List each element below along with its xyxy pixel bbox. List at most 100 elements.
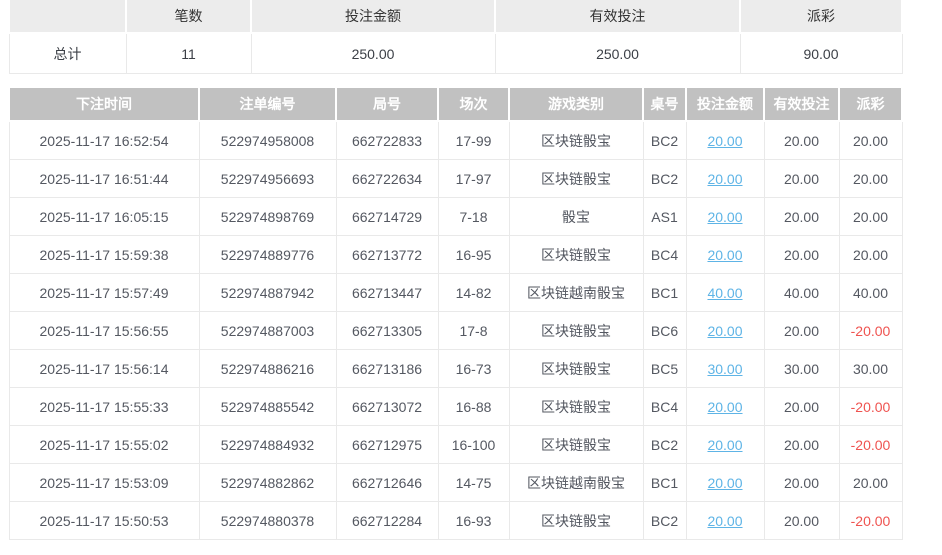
cell-time: 2025-11-17 15:55:33 xyxy=(8,387,200,426)
summary-header-valid-bet: 有效投注 xyxy=(494,0,741,34)
cell-game: 区块链越南骰宝 xyxy=(508,463,644,502)
cell-session: 16-93 xyxy=(437,501,510,540)
cell-time: 2025-11-17 16:51:44 xyxy=(8,159,200,198)
header-session: 场次 xyxy=(437,88,510,122)
cell-order-no: 522974880378 xyxy=(198,501,337,540)
cell-session: 14-75 xyxy=(437,463,510,502)
cell-payout: 30.00 xyxy=(838,349,903,388)
cell-game: 区块链骰宝 xyxy=(508,425,644,464)
summary-header-bet-count: 笔数 xyxy=(125,0,252,34)
cell-order-no: 522974882862 xyxy=(198,463,337,502)
summary-bet-count: 11 xyxy=(125,32,252,74)
header-bet-amount: 投注金额 xyxy=(685,88,765,122)
cell-payout: 40.00 xyxy=(838,273,903,312)
bet-amount-link[interactable]: 20.00 xyxy=(707,399,742,415)
cell-session: 17-97 xyxy=(437,159,510,198)
summary-valid-bet: 250.00 xyxy=(494,32,741,74)
cell-order-no: 522974887942 xyxy=(198,273,337,312)
cell-time: 2025-11-17 15:50:53 xyxy=(8,501,200,540)
cell-round-no: 662712284 xyxy=(335,501,439,540)
bet-amount-link[interactable]: 20.00 xyxy=(707,323,742,339)
cell-session: 16-95 xyxy=(437,235,510,274)
header-game-type: 游戏类别 xyxy=(508,88,644,122)
summary-total-row: 总计 11 250.00 250.00 90.00 xyxy=(8,32,903,74)
cell-round-no: 662713772 xyxy=(335,235,439,274)
bet-amount-link[interactable]: 20.00 xyxy=(707,133,742,149)
cell-game: 区块链骰宝 xyxy=(508,159,644,198)
bet-amount-link[interactable]: 20.00 xyxy=(707,171,742,187)
cell-game: 区块链骰宝 xyxy=(508,387,644,426)
cell-session: 16-100 xyxy=(437,425,510,464)
cell-game: 区块链骰宝 xyxy=(508,235,644,274)
cell-payout: -20.00 xyxy=(838,311,903,350)
cell-payout: 20.00 xyxy=(838,463,903,502)
header-bet-time: 下注时间 xyxy=(8,88,200,122)
cell-bet-amount: 20.00 xyxy=(685,501,765,540)
header-payout: 派彩 xyxy=(838,88,903,122)
cell-valid-bet: 20.00 xyxy=(763,235,840,274)
bet-amount-link[interactable]: 30.00 xyxy=(707,361,742,377)
cell-game: 区块链越南骰宝 xyxy=(508,273,644,312)
cell-game: 区块链骰宝 xyxy=(508,311,644,350)
cell-game: 骰宝 xyxy=(508,197,644,236)
cell-order-no: 522974958008 xyxy=(198,120,337,160)
table-row: 2025-11-17 15:57:49 522974887942 662713447… xyxy=(8,273,903,312)
header-order-number: 注单编号 xyxy=(198,88,337,122)
cell-round-no: 662713305 xyxy=(335,311,439,350)
table-row: 2025-11-17 16:52:54 522974958008 662722833… xyxy=(8,120,903,160)
cell-game: 区块链骰宝 xyxy=(508,120,644,160)
table-row: 2025-11-17 15:53:09 522974882862 662712646… xyxy=(8,463,903,502)
cell-round-no: 662722833 xyxy=(335,120,439,160)
cell-time: 2025-11-17 16:05:15 xyxy=(8,197,200,236)
cell-order-no: 522974956693 xyxy=(198,159,337,198)
cell-round-no: 662712646 xyxy=(335,463,439,502)
table-row: 2025-11-17 15:50:53 522974880378 662712284… xyxy=(8,501,903,540)
bet-amount-link[interactable]: 40.00 xyxy=(707,285,742,301)
cell-valid-bet: 40.00 xyxy=(763,273,840,312)
bet-amount-link[interactable]: 20.00 xyxy=(707,437,742,453)
cell-table-no: AS1 xyxy=(642,197,687,236)
cell-time: 2025-11-17 15:56:55 xyxy=(8,311,200,350)
table-row: 2025-11-17 16:51:44 522974956693 662722634… xyxy=(8,159,903,198)
cell-payout: 20.00 xyxy=(838,159,903,198)
cell-bet-amount: 20.00 xyxy=(685,387,765,426)
bet-amount-link[interactable]: 20.00 xyxy=(707,209,742,225)
cell-bet-amount: 20.00 xyxy=(685,425,765,464)
cell-valid-bet: 20.00 xyxy=(763,120,840,160)
summary-bet-amount: 250.00 xyxy=(250,32,496,74)
cell-valid-bet: 20.00 xyxy=(763,463,840,502)
cell-session: 17-8 xyxy=(437,311,510,350)
cell-bet-amount: 20.00 xyxy=(685,463,765,502)
bet-amount-link[interactable]: 20.00 xyxy=(707,513,742,529)
bet-amount-link[interactable]: 20.00 xyxy=(707,475,742,491)
cell-round-no: 662713186 xyxy=(335,349,439,388)
cell-bet-amount: 20.00 xyxy=(685,159,765,198)
cell-payout: -20.00 xyxy=(838,501,903,540)
header-round-number: 局号 xyxy=(335,88,439,122)
cell-valid-bet: 20.00 xyxy=(763,159,840,198)
cell-round-no: 662722634 xyxy=(335,159,439,198)
cell-time: 2025-11-17 15:57:49 xyxy=(8,273,200,312)
cell-payout: -20.00 xyxy=(838,387,903,426)
cell-order-no: 522974884932 xyxy=(198,425,337,464)
cell-table-no: BC2 xyxy=(642,159,687,198)
cell-time: 2025-11-17 16:52:54 xyxy=(8,120,200,160)
summary-header-blank xyxy=(8,0,127,34)
bet-amount-link[interactable]: 20.00 xyxy=(707,247,742,263)
bet-rows: 2025-11-17 16:52:54 522974958008 662722833… xyxy=(8,120,903,540)
table-row: 2025-11-17 15:56:55 522974887003 662713305… xyxy=(8,311,903,350)
bet-records-table: 下注时间 注单编号 局号 场次 游戏类别 桌号 投注金额 有效投注 派彩 202… xyxy=(8,88,903,540)
header-valid-bet: 有效投注 xyxy=(763,88,840,122)
cell-valid-bet: 20.00 xyxy=(763,311,840,350)
cell-order-no: 522974886216 xyxy=(198,349,337,388)
cell-table-no: BC6 xyxy=(642,311,687,350)
cell-time: 2025-11-17 15:59:38 xyxy=(8,235,200,274)
cell-payout: 20.00 xyxy=(838,197,903,236)
cell-round-no: 662714729 xyxy=(335,197,439,236)
summary-header-row: 笔数 投注金额 有效投注 派彩 xyxy=(8,0,903,34)
summary-header-payout: 派彩 xyxy=(739,0,903,34)
cell-table-no: BC2 xyxy=(642,120,687,160)
summary-total-label: 总计 xyxy=(8,32,127,74)
cell-time: 2025-11-17 15:56:14 xyxy=(8,349,200,388)
